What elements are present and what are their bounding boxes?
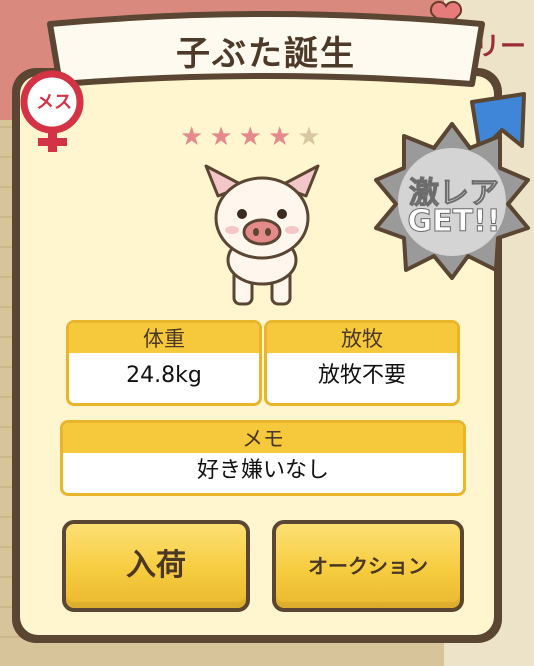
star-icon: ★ <box>267 122 292 152</box>
memo-card: メモ 好き嫌いなし <box>60 420 466 496</box>
memo-value: 好き嫌いなし <box>196 458 329 483</box>
weight-value: 24.8kg <box>126 363 202 388</box>
stock-button[interactable]: 入荷 <box>62 520 250 612</box>
grazing-label: 放牧 <box>267 323 457 353</box>
auction-button[interactable]: オークション <box>272 520 464 612</box>
badge-text-get: GET!! <box>407 204 501 240</box>
piglet-image <box>204 164 320 306</box>
memo-label: メモ <box>63 423 463 453</box>
grazing-value: 放牧不要 <box>317 363 406 388</box>
rarity-stars: ★ ★ ★ ★ ★ <box>180 124 350 150</box>
dialog-title: 子ぶた誕生 <box>176 34 356 74</box>
gender-label: メス <box>36 92 72 113</box>
star-icon: ★ <box>297 122 321 152</box>
star-icon: ★ <box>209 122 233 152</box>
weight-label: 体重 <box>69 323 259 353</box>
grazing-card: 放牧 放牧不要 <box>264 320 460 406</box>
weight-card: 体重 24.8kg <box>66 320 262 406</box>
star-icon: ★ <box>180 122 204 152</box>
star-icon: ★ <box>238 122 262 152</box>
